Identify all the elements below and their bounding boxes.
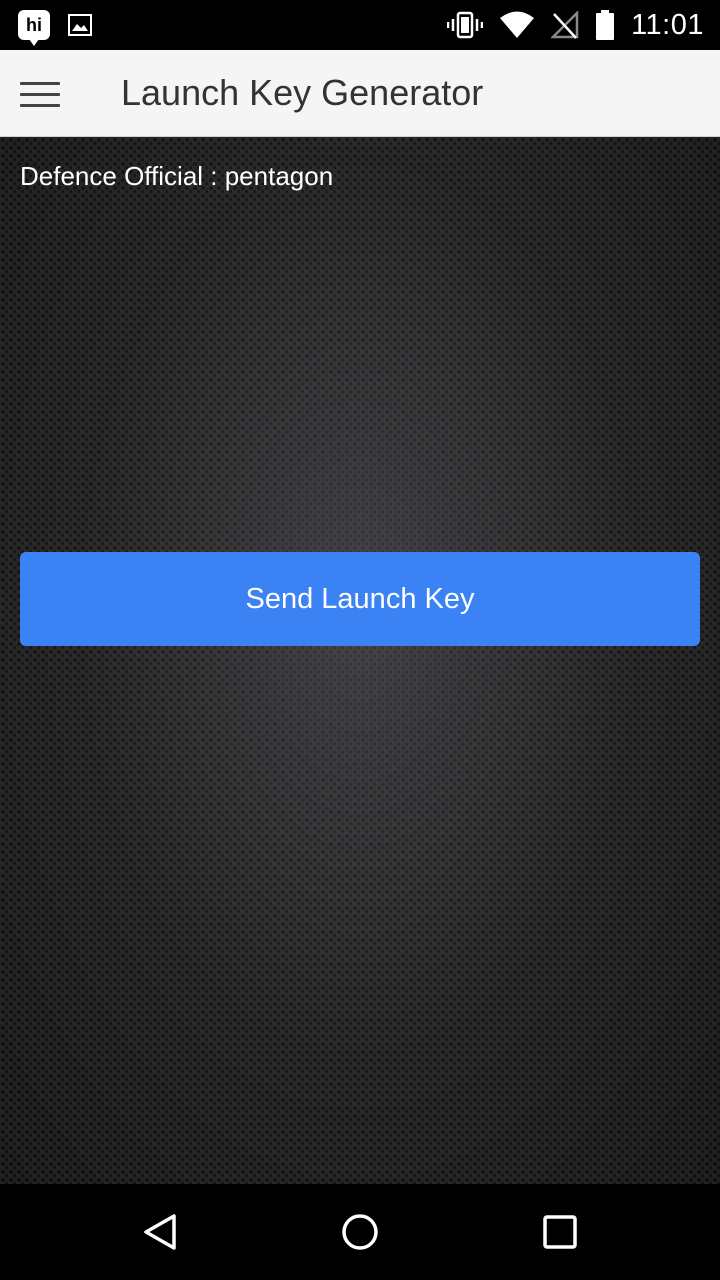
- status-right-icons: 11:01: [447, 6, 704, 44]
- navigation-bar: [0, 1184, 720, 1280]
- page-title: Launch Key Generator: [121, 72, 484, 113]
- hamburger-menu-icon[interactable]: [20, 80, 60, 108]
- home-icon[interactable]: [340, 1212, 380, 1252]
- wifi-icon: [500, 11, 535, 38]
- main-content: Defence Official : pentagon Send Launch …: [0, 137, 720, 1184]
- app-bar: Launch Key Generator: [0, 50, 720, 137]
- defence-official-label: Defence Official : pentagon: [20, 161, 334, 191]
- hi-app-icon: hi: [18, 10, 50, 46]
- clock-time: 11:01: [631, 8, 704, 41]
- recents-icon[interactable]: [540, 1212, 580, 1252]
- back-icon[interactable]: [140, 1212, 180, 1252]
- no-signal-icon: [551, 11, 579, 39]
- battery-icon: [596, 10, 615, 40]
- status-bar: hi 11:01: [0, 0, 720, 50]
- status-left-icons: hi: [18, 8, 92, 46]
- image-icon: [68, 14, 92, 36]
- vibrate-icon: [447, 11, 484, 39]
- send-launch-key-button[interactable]: Send Launch Key: [20, 552, 700, 646]
- screen: hi 11:01 Launch Key Generator Defence Of…: [0, 0, 720, 1280]
